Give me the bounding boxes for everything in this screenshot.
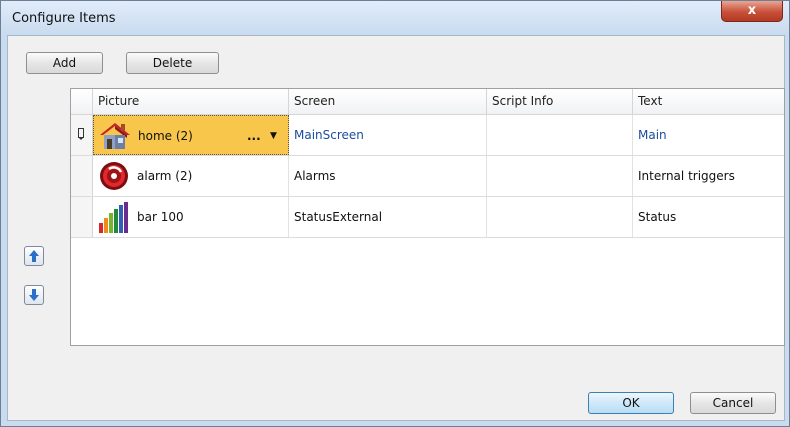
column-header-picture[interactable]: Picture	[93, 89, 289, 115]
table-row[interactable]: home (2) ... ▼ MainScreen Main	[71, 115, 784, 156]
dialog-title: Configure Items	[12, 11, 116, 26]
ok-button[interactable]: OK	[588, 392, 674, 414]
column-header-script-info[interactable]: Script Info	[487, 89, 633, 115]
row-selector-header	[71, 89, 93, 115]
text-cell[interactable]: Main	[633, 115, 784, 155]
dropdown-arrow-icon[interactable]: ▼	[270, 116, 277, 154]
script-info-cell[interactable]	[487, 156, 633, 196]
text-cell[interactable]: Status	[633, 197, 784, 237]
bar-chart-icon	[99, 202, 128, 233]
screen-cell[interactable]: MainScreen	[289, 115, 487, 155]
row-selector[interactable]	[71, 156, 93, 196]
picture-label: bar 100	[137, 210, 184, 224]
add-button[interactable]: Add	[26, 52, 103, 74]
row-selector[interactable]	[71, 197, 93, 237]
picture-cell[interactable]: home (2) ... ▼	[93, 115, 289, 155]
picture-cell[interactable]: bar 100	[93, 197, 289, 237]
table-row[interactable]: bar 100 StatusExternal Status	[71, 197, 784, 238]
screen-cell[interactable]: Alarms	[289, 156, 487, 196]
cancel-button[interactable]: Cancel	[690, 392, 776, 414]
move-up-button[interactable]	[24, 246, 44, 266]
dialog-body: Add Delete Picture Screen Script Info Te…	[7, 35, 785, 421]
edit-pencil-icon	[78, 128, 84, 140]
text-cell[interactable]: Internal triggers	[633, 156, 784, 196]
row-selector[interactable]	[71, 115, 93, 155]
script-info-cell[interactable]	[487, 115, 633, 155]
column-header-text[interactable]: Text	[633, 89, 784, 115]
delete-button[interactable]: Delete	[126, 52, 219, 74]
close-icon: x	[747, 3, 757, 18]
screen-cell[interactable]: StatusExternal	[289, 197, 487, 237]
picture-label: home (2)	[138, 129, 193, 143]
column-header-screen[interactable]: Screen	[289, 89, 487, 115]
script-info-cell[interactable]	[487, 197, 633, 237]
table-row[interactable]: alarm (2) Alarms Internal triggers	[71, 156, 784, 197]
picture-cell[interactable]: alarm (2)	[93, 156, 289, 196]
title-bar: Configure Items x	[1, 1, 789, 35]
house-icon	[100, 123, 130, 149]
move-down-button[interactable]	[24, 285, 44, 305]
arrow-down-icon	[29, 289, 39, 301]
arrow-up-icon	[29, 250, 39, 262]
picture-label: alarm (2)	[137, 169, 193, 183]
alarm-icon	[100, 162, 128, 190]
browse-ellipsis-button[interactable]: ...	[247, 116, 261, 154]
close-button[interactable]: x	[721, 1, 783, 22]
items-grid: Picture Screen Script Info Text home (2)…	[70, 88, 785, 346]
configure-items-dialog: Configure Items x Add Delete Picture Scr…	[0, 0, 790, 427]
